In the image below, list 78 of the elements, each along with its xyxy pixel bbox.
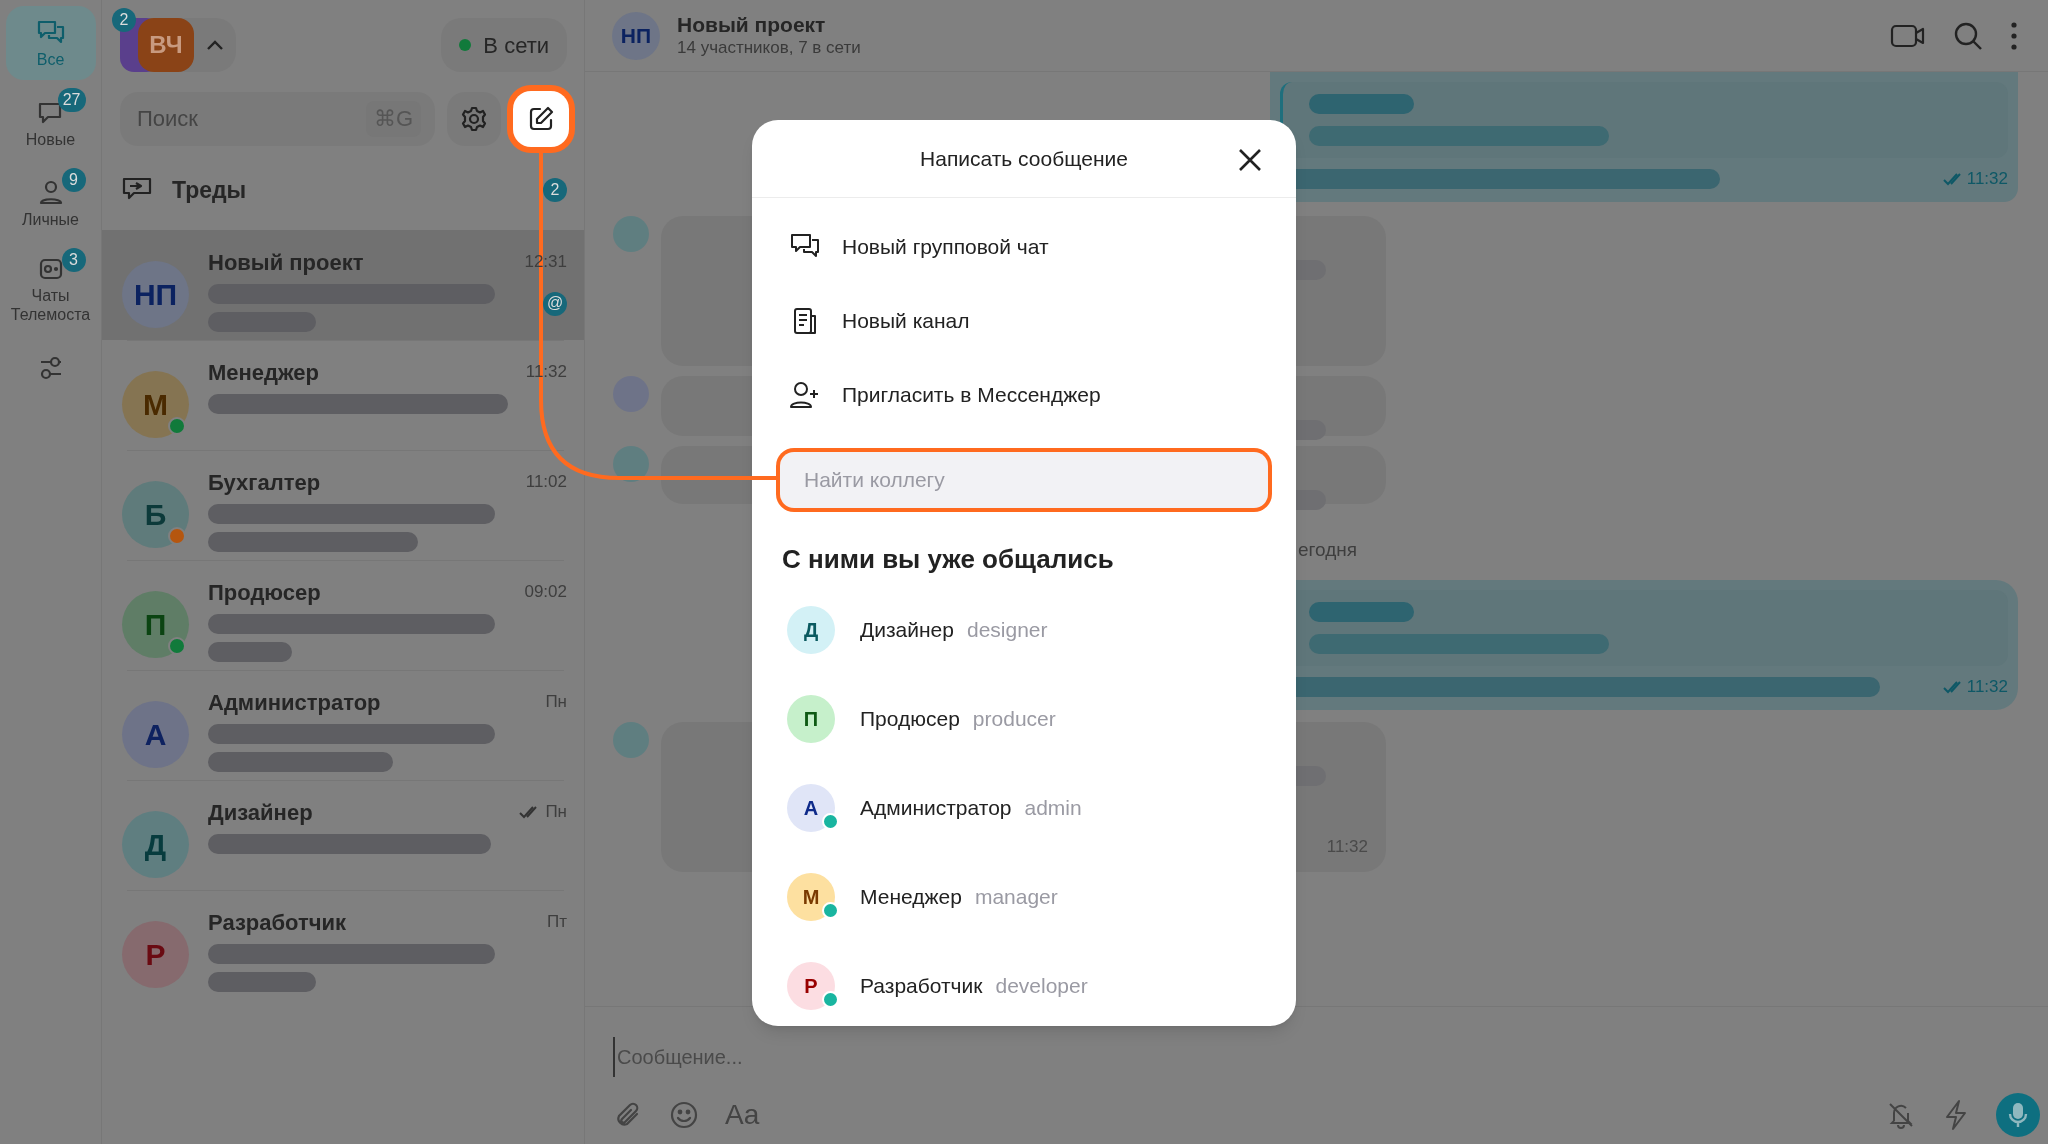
pencil-square-icon: [527, 105, 555, 133]
contact-item[interactable]: А Администратор admin: [752, 763, 1296, 853]
status-button[interactable]: В сети: [441, 18, 567, 72]
more-menu-icon[interactable]: [2010, 20, 2018, 51]
unread-badge: 3: [61, 248, 86, 272]
avatar: П: [122, 590, 189, 658]
dialog-title: Написать сообщение: [920, 145, 1128, 172]
avatar: А: [787, 783, 835, 832]
contact-name: Продюсер: [860, 706, 960, 733]
microphone-button[interactable]: [1996, 1093, 2040, 1137]
sender-avatar: [613, 215, 649, 252]
menu-item[interactable]: Новый канал: [752, 284, 1296, 358]
unread-badge: 27: [57, 88, 86, 112]
message-time: 11:32: [1966, 676, 2008, 698]
contact-login: admin: [1024, 795, 1082, 822]
count-badge: 2: [543, 178, 567, 202]
contact-name: Администратор: [860, 795, 1012, 822]
contact-login: designer: [966, 617, 1048, 644]
mention-badge: @: [543, 292, 567, 316]
nav-tab[interactable]: Личные 9: [5, 166, 96, 240]
gear-icon: [460, 105, 488, 133]
contact-item[interactable]: Д Дизайнер designer: [752, 585, 1296, 675]
chat-avatar: НП: [612, 11, 660, 60]
contact-item[interactable]: М Менеджер manager: [752, 852, 1296, 942]
chat-name: Дизайнер: [208, 798, 313, 827]
double-check-icon: [1942, 679, 1963, 694]
microphone-icon: [2007, 1101, 2029, 1129]
emoji-icon[interactable]: [669, 1100, 699, 1130]
chat-time: 09:02: [524, 581, 567, 604]
avatar: НП: [122, 260, 189, 328]
chat-time: Пн: [545, 691, 567, 714]
threads-item[interactable]: Треды 2: [102, 150, 584, 230]
contact-login: manager: [974, 884, 1058, 911]
chevron-up-icon: [206, 39, 224, 51]
colleague-search-field[interactable]: Найти коллегу: [780, 452, 1268, 509]
chat-name: Новый проект: [208, 248, 364, 277]
unread-badge: 9: [61, 168, 86, 192]
contact-name: Дизайнер: [860, 617, 954, 644]
avatar: Р: [787, 961, 835, 1010]
menu-item[interactable]: Пригласить в Мессенджер: [752, 358, 1296, 432]
format-button[interactable]: Aa: [725, 1094, 760, 1136]
contact-item[interactable]: Р Разработчик developer: [752, 941, 1296, 1026]
chat-time: 11:02: [525, 471, 567, 494]
document-icon: [792, 306, 818, 336]
avatar: Д: [787, 605, 835, 654]
avatar: Б: [122, 480, 189, 548]
contact-item[interactable]: П Продюсер producer: [752, 674, 1296, 764]
chat-name: Бухгалтер: [208, 468, 321, 497]
chat-name: Администратор: [208, 688, 381, 717]
contact-login: producer: [972, 706, 1056, 733]
avatar: М: [787, 872, 835, 921]
nav-tab[interactable]: Чаты Телемоста 3: [5, 246, 96, 332]
chat-time: Пт: [547, 911, 567, 934]
settings-button[interactable]: [447, 92, 501, 146]
double-check-icon: [1942, 171, 1963, 186]
chat-name: Продюсер: [208, 578, 321, 607]
chat-title: Новый проект: [677, 12, 827, 37]
avatar: А: [122, 700, 189, 768]
date-separator: егодня: [1298, 537, 1359, 562]
nav-tab[interactable]: Новые 27: [5, 86, 96, 160]
avatar: Д: [122, 810, 189, 878]
chat-subtitle: 14 участников, 7 в сети: [677, 37, 861, 59]
account-badge: 2: [112, 8, 136, 32]
avatar: П: [787, 694, 835, 743]
message-time: 11:32: [1966, 168, 2008, 190]
contact-name: Менеджер: [860, 884, 962, 911]
sender-avatar: [613, 721, 649, 758]
avatar: М: [122, 370, 189, 438]
contact-login: developer: [995, 973, 1088, 1000]
avatar: Р: [122, 920, 189, 988]
contact-name: Разработчик: [860, 973, 983, 1000]
chat-name: Менеджер: [208, 358, 320, 387]
account-avatar: ВЧ: [138, 18, 194, 72]
menu-item[interactable]: Новый групповой чат: [752, 210, 1296, 284]
chat-time: Пн: [545, 801, 567, 824]
section-title: С ними вы уже общались: [782, 543, 1115, 577]
chat-name: Разработчик: [208, 908, 347, 937]
close-icon[interactable]: [1238, 148, 1262, 172]
